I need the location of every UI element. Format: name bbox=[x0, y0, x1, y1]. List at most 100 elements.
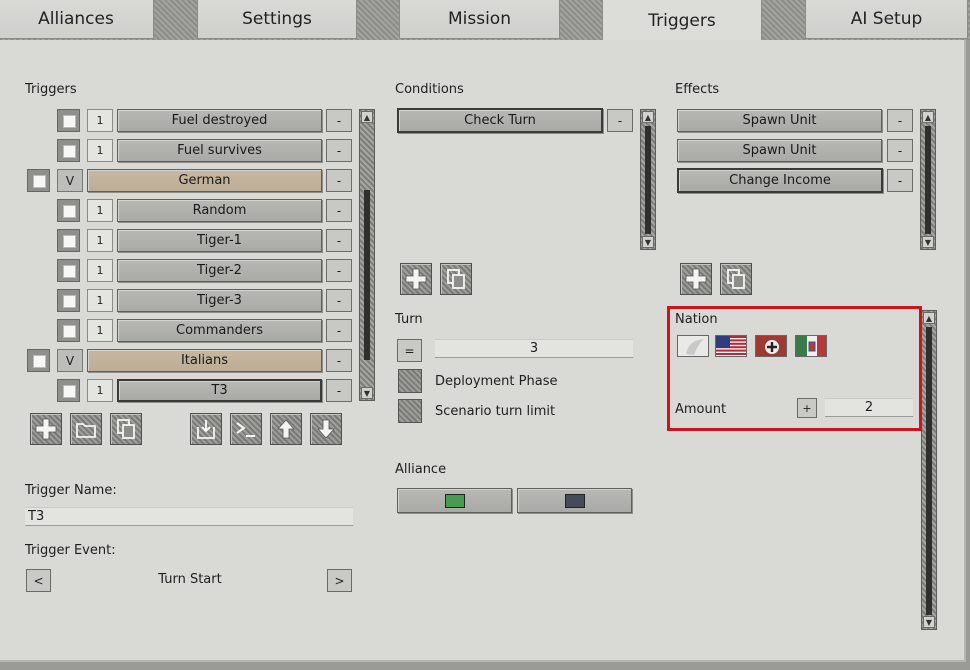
trigger-item-tiger-2[interactable]: Tiger-2 bbox=[117, 259, 322, 282]
tab-alliances[interactable]: Alliances bbox=[0, 0, 154, 39]
scenario-turn-limit-checkbox[interactable] bbox=[398, 399, 422, 423]
trigger-checkbox[interactable] bbox=[57, 199, 80, 222]
condition-item-check-turn[interactable]: Check Turn bbox=[397, 108, 603, 133]
tab-mission[interactable]: Mission bbox=[399, 0, 560, 39]
remove-trigger-button[interactable]: - bbox=[326, 349, 352, 372]
group-checkbox[interactable] bbox=[27, 169, 50, 192]
remove-effect-button[interactable]: - bbox=[887, 169, 913, 192]
trigger-checkbox[interactable] bbox=[57, 289, 80, 312]
remove-trigger-button[interactable]: - bbox=[326, 379, 352, 402]
scroll-thumb[interactable] bbox=[925, 126, 931, 234]
scroll-down-icon[interactable]: ▼ bbox=[642, 236, 654, 248]
copy-trigger-button[interactable] bbox=[110, 413, 142, 445]
remove-trigger-button[interactable]: - bbox=[326, 109, 352, 132]
tab-label: Mission bbox=[447, 9, 511, 29]
turn-value-input[interactable]: 3 bbox=[435, 339, 633, 358]
trigger-item-fuel-destroyed[interactable]: Fuel destroyed bbox=[117, 109, 322, 132]
remove-trigger-button[interactable]: - bbox=[326, 199, 352, 222]
trigger-item-fuel-survives[interactable]: Fuel survives bbox=[117, 139, 322, 162]
turn-operator-button[interactable]: = bbox=[397, 339, 422, 362]
trigger-checkbox[interactable] bbox=[57, 379, 80, 402]
group-checkbox[interactable] bbox=[27, 349, 50, 372]
remove-trigger-button[interactable]: - bbox=[326, 139, 352, 162]
scroll-up-icon[interactable]: ▲ bbox=[923, 312, 935, 324]
copy-effect-button[interactable] bbox=[720, 263, 752, 295]
add-effect-button[interactable] bbox=[680, 263, 712, 295]
remove-condition-button[interactable]: - bbox=[607, 109, 633, 132]
scroll-thumb[interactable] bbox=[645, 126, 651, 234]
alliance-button-2[interactable] bbox=[517, 488, 632, 513]
trigger-checkbox[interactable] bbox=[57, 319, 80, 342]
scroll-up-icon[interactable]: ▲ bbox=[922, 111, 934, 123]
add-group-button[interactable] bbox=[70, 413, 102, 445]
trigger-item-tiger-1[interactable]: Tiger-1 bbox=[117, 229, 322, 252]
trigger-checkbox[interactable] bbox=[57, 229, 80, 252]
remove-trigger-button[interactable]: - bbox=[326, 169, 352, 192]
alliance-button-1[interactable] bbox=[397, 488, 512, 513]
remove-trigger-button[interactable]: - bbox=[326, 259, 352, 282]
trigger-repeat-count[interactable]: 1 bbox=[87, 109, 113, 132]
trigger-item-commanders[interactable]: Commanders bbox=[117, 319, 322, 342]
turn-header: Turn bbox=[395, 312, 423, 327]
scroll-down-icon[interactable]: ▼ bbox=[923, 616, 935, 628]
group-toggle[interactable]: V bbox=[57, 169, 83, 192]
trigger-repeat-count[interactable]: 1 bbox=[87, 379, 113, 402]
alliance-header: Alliance bbox=[395, 462, 447, 477]
conditions-header: Conditions bbox=[395, 82, 464, 97]
conditions-scrollbar[interactable]: ▲ ▼ bbox=[640, 109, 656, 250]
move-up-button[interactable] bbox=[270, 413, 302, 445]
deployment-phase-checkbox[interactable] bbox=[398, 369, 422, 393]
trigger-repeat-count[interactable]: 1 bbox=[87, 319, 113, 342]
trigger-item-random[interactable]: Random bbox=[117, 199, 322, 222]
effects-scrollbar[interactable]: ▲ ▼ bbox=[920, 109, 936, 250]
trigger-checkbox[interactable] bbox=[57, 109, 80, 132]
remove-trigger-button[interactable]: - bbox=[326, 319, 352, 342]
trigger-event-value: Turn Start bbox=[158, 572, 222, 587]
add-condition-button[interactable] bbox=[400, 263, 432, 295]
trigger-checkbox[interactable] bbox=[57, 139, 80, 162]
copy-icon bbox=[117, 419, 135, 439]
tab-ai-setup[interactable]: AI Setup bbox=[805, 0, 968, 39]
plus-icon bbox=[35, 418, 57, 440]
remove-effect-button[interactable]: - bbox=[887, 139, 913, 162]
trigger-checkbox[interactable] bbox=[57, 259, 80, 282]
trigger-repeat-count[interactable]: 1 bbox=[87, 199, 113, 222]
trigger-repeat-count[interactable]: 1 bbox=[87, 229, 113, 252]
tab-triggers[interactable]: Triggers bbox=[602, 0, 762, 41]
effect-item-spawn-unit[interactable]: Spawn Unit bbox=[677, 139, 882, 162]
scroll-thumb[interactable] bbox=[364, 190, 370, 360]
import-button[interactable] bbox=[190, 413, 222, 445]
scroll-up-icon[interactable]: ▲ bbox=[361, 111, 373, 123]
scroll-thumb[interactable] bbox=[926, 327, 932, 615]
alliance-color-swatch bbox=[444, 493, 465, 508]
group-toggle[interactable]: V bbox=[57, 349, 83, 372]
effect-item-spawn-unit[interactable]: Spawn Unit bbox=[677, 109, 882, 132]
tab-settings[interactable]: Settings bbox=[197, 0, 357, 39]
remove-trigger-button[interactable]: - bbox=[326, 229, 352, 252]
trigger-name-input[interactable]: T3 bbox=[25, 507, 353, 526]
scroll-down-icon[interactable]: ▼ bbox=[922, 236, 934, 248]
remove-trigger-button[interactable]: - bbox=[326, 289, 352, 312]
triggers-scrollbar[interactable]: ▲ ▼ bbox=[359, 109, 375, 401]
add-trigger-button[interactable] bbox=[30, 413, 62, 445]
event-prev-button[interactable]: < bbox=[26, 569, 51, 592]
trigger-repeat-count[interactable]: 1 bbox=[87, 259, 113, 282]
move-down-button[interactable] bbox=[310, 413, 342, 445]
event-next-button[interactable]: > bbox=[327, 569, 352, 592]
copy-icon bbox=[447, 269, 465, 289]
trigger-item-t3[interactable]: T3 bbox=[117, 379, 322, 402]
trigger-group-german[interactable]: German bbox=[87, 169, 322, 192]
trigger-item-tiger-3[interactable]: Tiger-3 bbox=[117, 289, 322, 312]
triggers-header: Triggers bbox=[25, 82, 77, 97]
console-button[interactable] bbox=[230, 413, 262, 445]
trigger-repeat-count[interactable]: 1 bbox=[87, 139, 113, 162]
effect-properties-scrollbar[interactable]: ▲ ▼ bbox=[921, 310, 937, 630]
trigger-group-italians[interactable]: Italians bbox=[87, 349, 322, 372]
trigger-repeat-count[interactable]: 1 bbox=[87, 289, 113, 312]
effects-header: Effects bbox=[675, 82, 720, 97]
effect-item-change-income[interactable]: Change Income bbox=[677, 168, 883, 193]
scroll-up-icon[interactable]: ▲ bbox=[642, 111, 654, 123]
copy-condition-button[interactable] bbox=[440, 263, 472, 295]
remove-effect-button[interactable]: - bbox=[887, 109, 913, 132]
scroll-down-icon[interactable]: ▼ bbox=[361, 387, 373, 399]
